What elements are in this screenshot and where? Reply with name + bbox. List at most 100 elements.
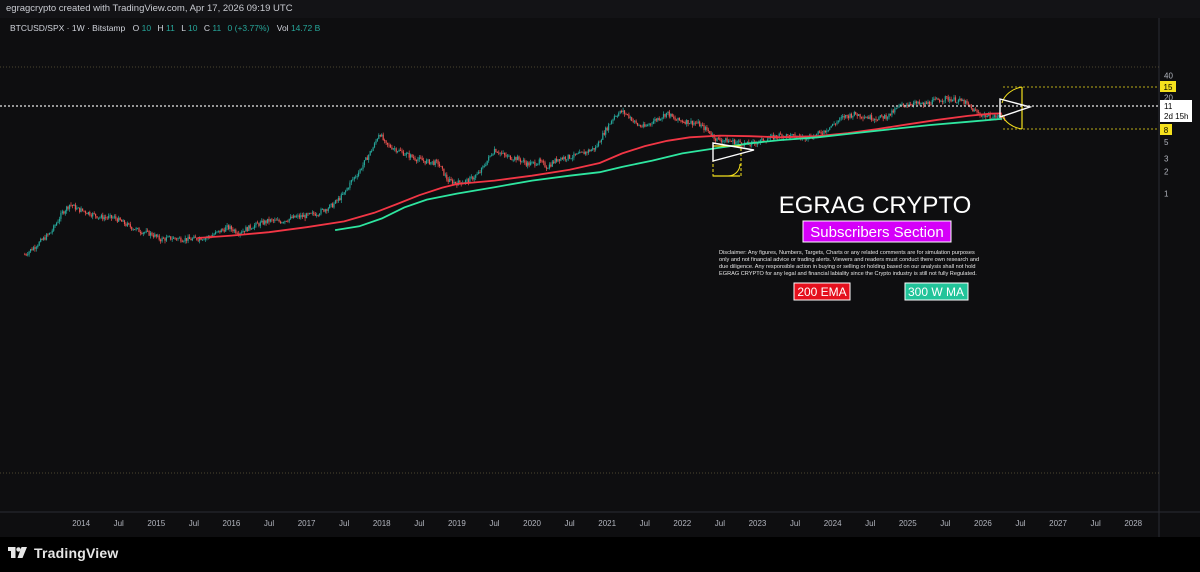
candle-body	[738, 140, 740, 142]
candle-body	[129, 224, 131, 227]
candle-body	[524, 160, 526, 163]
price-chart[interactable]: 40282085321 2014Jul2015Jul2016Jul2017Jul…	[0, 18, 1200, 537]
candle-body	[690, 120, 692, 124]
candle-body	[376, 138, 378, 141]
candle-body	[193, 236, 195, 239]
candle-body	[54, 225, 56, 226]
candle-body	[863, 117, 865, 119]
change-value: 0 (+3.77%)	[228, 23, 270, 33]
candle-body	[155, 234, 157, 237]
candle-body	[866, 117, 868, 118]
candle-body	[836, 121, 838, 124]
candle-body	[489, 155, 491, 157]
candle-body	[868, 117, 870, 119]
candle-body	[609, 123, 611, 125]
candle-body	[564, 156, 566, 160]
candle-body	[465, 180, 467, 183]
candle-body	[298, 215, 300, 218]
candle-body	[382, 134, 384, 140]
candle-body	[80, 208, 82, 212]
candle-body	[982, 115, 984, 117]
candle-body	[911, 104, 913, 106]
time-tick-label: 2023	[749, 519, 767, 528]
candle-body	[673, 116, 675, 118]
candle-body	[847, 115, 850, 118]
candle-body	[395, 148, 397, 152]
candle-body	[99, 217, 101, 219]
disclaimer-line: EGRAG CRYPTO for any legal and financial…	[719, 271, 977, 277]
candle-body	[106, 217, 108, 219]
candle-body	[625, 113, 627, 115]
candle-body	[333, 203, 335, 208]
candle-body	[77, 207, 79, 209]
candle-body	[722, 140, 724, 142]
candle-body	[527, 162, 529, 166]
candle-body	[947, 97, 949, 101]
candle-body	[236, 233, 238, 234]
candle-body	[149, 232, 152, 236]
candle-body	[214, 232, 217, 235]
candle-body	[177, 238, 179, 240]
candle-body	[102, 215, 104, 220]
candle-body	[441, 166, 443, 169]
candle-body	[332, 203, 334, 208]
candle-body	[174, 237, 176, 239]
candle-body	[229, 226, 231, 229]
candle-body	[105, 217, 107, 219]
open-value: 10	[142, 23, 152, 33]
candle-body	[702, 124, 704, 126]
candle-body	[590, 149, 592, 152]
time-tick-label: Jul	[264, 519, 274, 528]
candle-body	[491, 155, 493, 157]
candle-body	[597, 141, 600, 147]
candle-body	[823, 130, 825, 134]
candle-body	[412, 157, 415, 158]
candle-body	[726, 138, 728, 143]
candle-body	[853, 112, 855, 116]
candle-body	[482, 166, 484, 168]
candle-body	[282, 222, 285, 224]
candle-body	[521, 161, 523, 162]
candle-body	[963, 100, 965, 104]
candle-body	[225, 227, 227, 232]
candle-body	[558, 159, 561, 161]
candle-body	[505, 154, 507, 157]
candle-body	[194, 236, 196, 238]
disclaimer-line: Disclaimer: Any figures, Numbers, Target…	[719, 250, 975, 256]
candle-body	[998, 115, 1000, 117]
candle-body	[882, 116, 884, 119]
candle-body	[855, 112, 857, 115]
candle-body	[697, 121, 699, 123]
candle-body	[314, 214, 316, 216]
candle-body	[862, 117, 864, 119]
candle-body	[550, 164, 552, 167]
candle-body	[833, 123, 835, 125]
candle-body	[70, 204, 72, 206]
candle-body	[541, 161, 543, 163]
candle-body	[391, 147, 393, 150]
candle-body	[368, 155, 370, 160]
tradingview-logo[interactable]: TradingView	[8, 545, 118, 561]
candle-body	[34, 247, 36, 249]
candle-body	[960, 98, 962, 101]
candle-body	[171, 238, 173, 240]
candle-body	[359, 169, 361, 173]
price-tick-label: 5	[1164, 138, 1169, 147]
candle-body	[61, 211, 63, 213]
candle-body	[119, 217, 121, 220]
candle-body	[437, 160, 439, 165]
low-label: L	[181, 23, 186, 33]
candle-body	[606, 127, 608, 131]
candle-body	[576, 153, 578, 155]
candle-body	[946, 96, 948, 97]
candle-body	[677, 117, 679, 121]
candle-body	[339, 198, 341, 201]
time-axis[interactable]: 2014 Jul 2015 Jul 2016 Jul 2017 Jul 2018 Jul 2019 J…	[72, 519, 1142, 528]
candle-body	[674, 117, 676, 120]
candle-body	[122, 220, 124, 222]
watermark-title: EGRAG CRYPTO	[779, 192, 972, 219]
candle-body	[725, 138, 727, 141]
candle-body	[93, 213, 95, 214]
candle-body	[381, 134, 383, 137]
candle-body	[371, 151, 373, 152]
